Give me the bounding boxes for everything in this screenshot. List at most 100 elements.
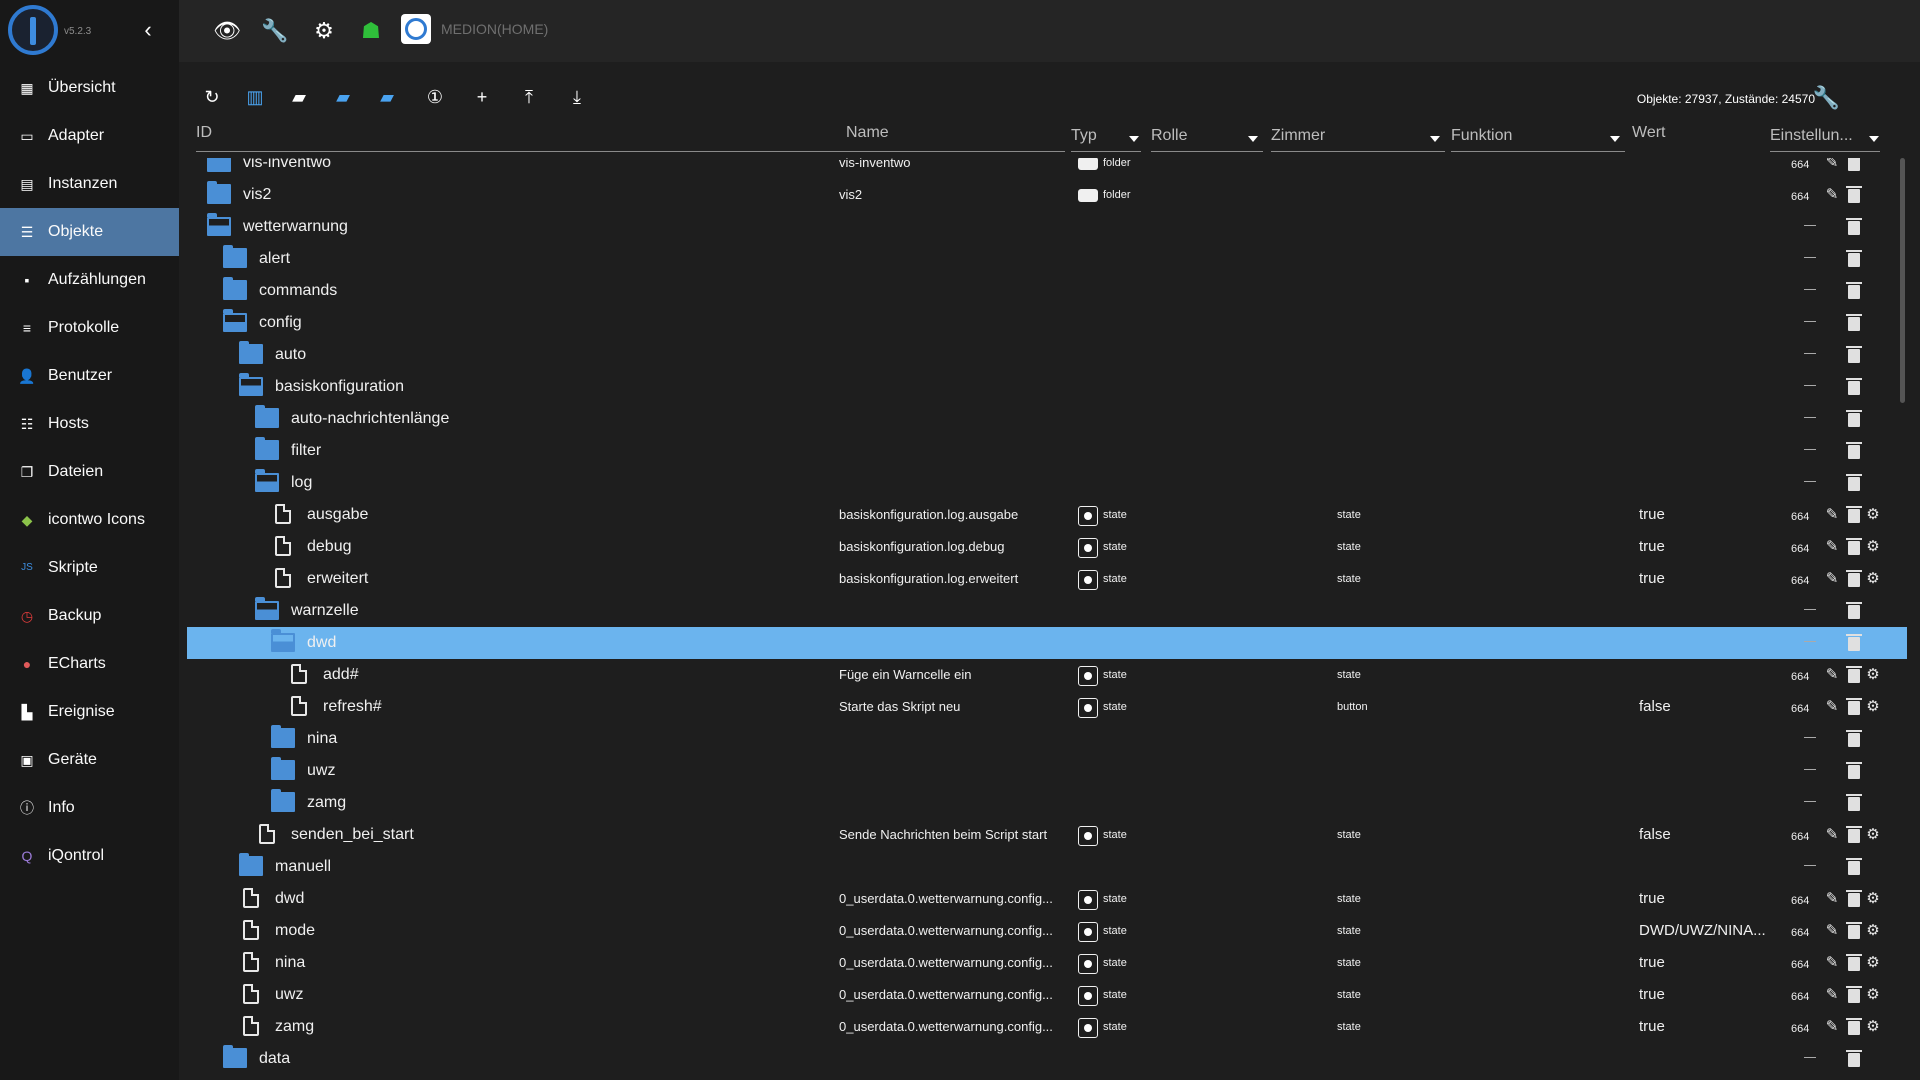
tree-row[interactable]: dwd 0_userdata.0.wetterwarnung.config... s… bbox=[187, 883, 1907, 915]
download-icon[interactable]: ⤓ bbox=[563, 83, 591, 111]
settings-gear-icon[interactable]: ⚙ bbox=[1864, 953, 1882, 973]
folder-icon[interactable] bbox=[255, 437, 279, 460]
sidebar-item-adapter[interactable]: ▭ Adapter bbox=[0, 112, 179, 160]
collapse-sidebar-icon[interactable]: ‹ bbox=[138, 18, 158, 42]
delete-icon[interactable] bbox=[1846, 282, 1862, 299]
sidebar-item-instanzen[interactable]: ▤ Instanzen bbox=[0, 160, 179, 208]
settings-gear-icon[interactable]: ⚙ bbox=[1864, 537, 1882, 557]
upload-icon[interactable]: ⤒ bbox=[515, 83, 543, 111]
delete-icon[interactable] bbox=[1846, 858, 1862, 875]
sidebar-item-dateien[interactable]: ❐ Dateien bbox=[0, 448, 179, 496]
tree-row[interactable]: zamg bbox=[187, 787, 1907, 819]
folder-open-icon[interactable] bbox=[271, 629, 295, 652]
folder-open-icon[interactable] bbox=[239, 373, 263, 396]
row-value[interactable]: DWD/UWZ/NINA... bbox=[1639, 922, 1777, 939]
state-file-icon[interactable] bbox=[275, 504, 291, 524]
state-file-icon[interactable] bbox=[243, 920, 259, 940]
delete-icon[interactable] bbox=[1846, 442, 1862, 459]
sidebar-item-hosts[interactable]: ☷ Hosts bbox=[0, 400, 179, 448]
column-id[interactable]: ID bbox=[196, 124, 212, 158]
delete-icon[interactable] bbox=[1846, 986, 1862, 1003]
state-file-icon[interactable] bbox=[243, 984, 259, 1004]
settings-gear-icon[interactable]: ⚙ bbox=[1864, 1017, 1882, 1037]
sidebar-item-echarts[interactable]: ● ECharts bbox=[0, 640, 179, 688]
edit-icon[interactable]: ✎ bbox=[1823, 921, 1841, 941]
tree-row[interactable]: basiskonfiguration bbox=[187, 371, 1907, 403]
state-file-icon[interactable] bbox=[275, 568, 291, 588]
state-file-icon[interactable] bbox=[243, 952, 259, 972]
column-funktion[interactable]: Funktion bbox=[1451, 127, 1512, 161]
row-value[interactable]: true bbox=[1639, 570, 1777, 587]
edit-icon[interactable]: ✎ bbox=[1823, 825, 1841, 845]
refresh-icon[interactable]: ↻ bbox=[198, 83, 226, 111]
delete-icon[interactable] bbox=[1846, 602, 1862, 619]
edit-icon[interactable]: ✎ bbox=[1823, 158, 1841, 173]
edit-icon[interactable]: ✎ bbox=[1823, 953, 1841, 973]
delete-icon[interactable] bbox=[1846, 314, 1862, 331]
row-value[interactable]: false bbox=[1639, 698, 1777, 715]
folder-icon[interactable] bbox=[271, 725, 295, 748]
delete-icon[interactable] bbox=[1846, 762, 1862, 779]
delete-icon[interactable] bbox=[1846, 1018, 1862, 1035]
folder-icon[interactable] bbox=[223, 1045, 247, 1068]
sidebar-item-übersicht[interactable]: ▦ Übersicht bbox=[0, 64, 179, 112]
row-value[interactable]: true bbox=[1639, 1018, 1777, 1035]
folder-icon[interactable] bbox=[223, 277, 247, 300]
folder-icon[interactable]: ▰ bbox=[285, 83, 313, 111]
iobroker-logo[interactable] bbox=[8, 5, 58, 55]
delete-icon[interactable] bbox=[1846, 250, 1862, 267]
column-rolle[interactable]: Rolle bbox=[1151, 127, 1187, 161]
row-value[interactable]: true bbox=[1639, 538, 1777, 555]
delete-icon[interactable] bbox=[1846, 890, 1862, 907]
tree-row[interactable]: zamg 0_userdata.0.wetterwarnung.config...… bbox=[187, 1011, 1907, 1043]
tree-row[interactable]: dwd bbox=[187, 627, 1907, 659]
delete-icon[interactable] bbox=[1846, 954, 1862, 971]
tree-row[interactable]: add# Füge ein Warncelle ein state state 664 ✎… bbox=[187, 659, 1907, 691]
expand-all-icon[interactable]: ▰ bbox=[329, 83, 357, 111]
wrench-icon[interactable]: 🔧 bbox=[261, 17, 289, 45]
zimmer-dropdown-icon[interactable] bbox=[1430, 136, 1440, 142]
tree-row[interactable]: nina bbox=[187, 723, 1907, 755]
tree-row[interactable]: uwz bbox=[187, 755, 1907, 787]
einstellungen-dropdown-icon[interactable] bbox=[1869, 136, 1879, 142]
sidebar-item-benutzer[interactable]: 👤 Benutzer bbox=[0, 352, 179, 400]
column-wert[interactable]: Wert bbox=[1632, 124, 1665, 158]
edit-icon[interactable]: ✎ bbox=[1823, 505, 1841, 525]
edit-icon[interactable]: ✎ bbox=[1823, 537, 1841, 557]
gear-icon[interactable]: ⚙ bbox=[310, 17, 338, 45]
funktion-dropdown-icon[interactable] bbox=[1610, 136, 1620, 142]
tree-scrollbar[interactable] bbox=[1900, 158, 1905, 403]
delete-icon[interactable] bbox=[1848, 158, 1860, 171]
tree-row[interactable]: config bbox=[187, 307, 1907, 339]
state-file-icon[interactable] bbox=[243, 1016, 259, 1036]
folder-icon[interactable] bbox=[207, 181, 231, 204]
settings-gear-icon[interactable]: ⚙ bbox=[1864, 569, 1882, 589]
folder-icon[interactable] bbox=[239, 341, 263, 364]
row-value[interactable]: true bbox=[1639, 986, 1777, 1003]
tree-row[interactable]: ausgabe basiskonfiguration.log.ausgabe sta… bbox=[187, 499, 1907, 531]
folder-open-icon[interactable] bbox=[207, 213, 231, 236]
edit-icon[interactable]: ✎ bbox=[1823, 985, 1841, 1005]
settings-gear-icon[interactable]: ⚙ bbox=[1864, 921, 1882, 941]
tree-row[interactable]: senden_bei_start Sende Nachrichten beim S… bbox=[187, 819, 1907, 851]
folder-icon[interactable] bbox=[271, 789, 295, 812]
state-file-icon[interactable] bbox=[291, 664, 307, 684]
tree-row[interactable]: mode 0_userdata.0.wetterwarnung.config...… bbox=[187, 915, 1907, 947]
edit-icon[interactable]: ✎ bbox=[1823, 185, 1841, 205]
folder-open-icon[interactable] bbox=[255, 597, 279, 620]
delete-icon[interactable] bbox=[1846, 538, 1862, 555]
delete-icon[interactable] bbox=[1846, 1050, 1862, 1067]
folder-icon[interactable] bbox=[207, 158, 231, 172]
columns-icon[interactable]: ▥ bbox=[241, 83, 269, 111]
settings-gear-icon[interactable]: ⚙ bbox=[1864, 665, 1882, 685]
delete-icon[interactable] bbox=[1846, 410, 1862, 427]
collapse-all-icon[interactable]: ▰ bbox=[373, 83, 401, 111]
eye-icon[interactable]: 👁 bbox=[213, 17, 241, 45]
column-einstellungen[interactable]: Einstellun... bbox=[1770, 127, 1853, 161]
delete-icon[interactable] bbox=[1846, 922, 1862, 939]
column-zimmer[interactable]: Zimmer bbox=[1271, 127, 1325, 161]
rolle-dropdown-icon[interactable] bbox=[1248, 136, 1258, 142]
sidebar-item-geräte[interactable]: ▣ Geräte bbox=[0, 736, 179, 784]
delete-icon[interactable] bbox=[1846, 506, 1862, 523]
state-file-icon[interactable] bbox=[275, 536, 291, 556]
